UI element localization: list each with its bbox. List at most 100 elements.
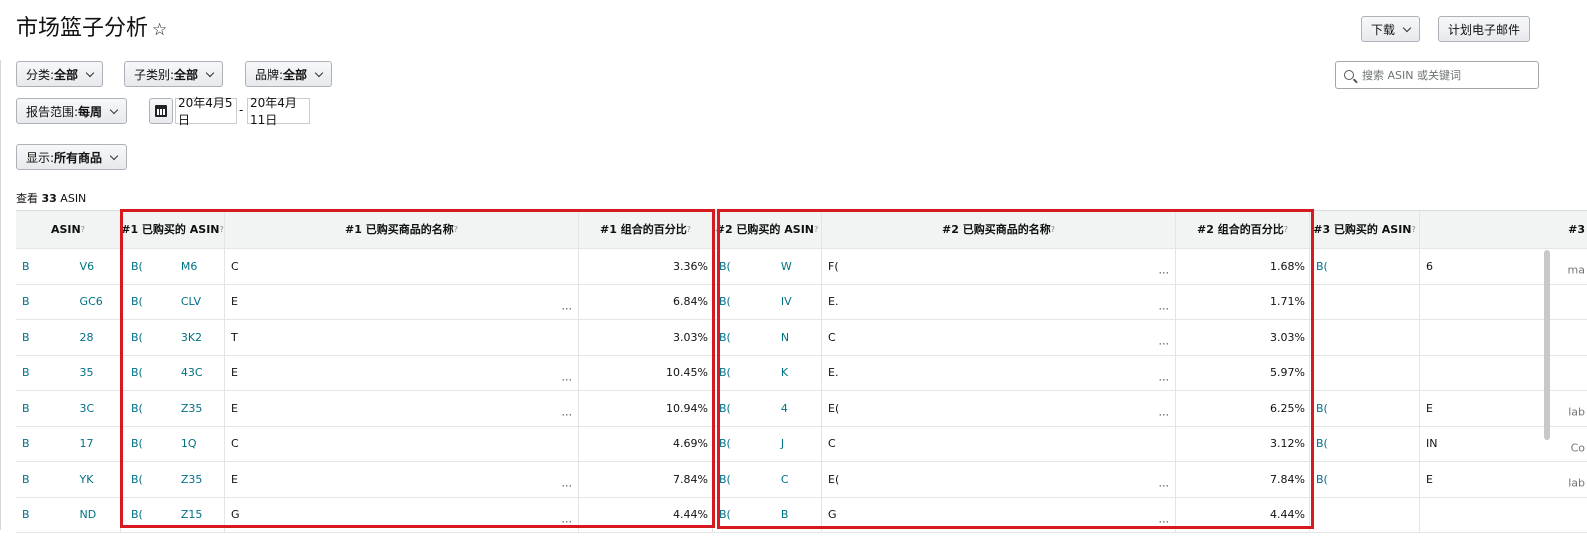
purchased-3-asin-link[interactable] bbox=[1310, 284, 1420, 320]
purchased-1-asin-link[interactable]: B(M6 bbox=[121, 249, 225, 285]
purchased-3-name bbox=[1420, 320, 1587, 356]
purchased-2-pct: 1.71% bbox=[1176, 284, 1310, 320]
purchased-3-asin-link[interactable]: B( bbox=[1310, 391, 1420, 427]
asin-link[interactable]: B GC6 bbox=[16, 284, 121, 320]
calendar-button[interactable] bbox=[149, 98, 173, 124]
purchased-1-asin-link[interactable]: B(43C bbox=[121, 355, 225, 391]
chevron-down-icon bbox=[205, 68, 215, 77]
purchased-3-asin-link[interactable] bbox=[1310, 355, 1420, 391]
help-icon[interactable]: ? bbox=[687, 223, 691, 237]
purchased-2-asin-link[interactable]: B(J bbox=[713, 426, 822, 462]
header-1-pct[interactable]: #1 组合的百分比? bbox=[579, 211, 713, 249]
chevron-down-icon bbox=[109, 105, 119, 114]
search-input[interactable] bbox=[1360, 67, 1530, 83]
purchased-2-name: F(... bbox=[822, 249, 1176, 285]
asin-link[interactable]: B V6 bbox=[16, 249, 121, 285]
asin-link[interactable]: B 17 bbox=[16, 426, 121, 462]
search-icon bbox=[1344, 70, 1354, 80]
header-2-asin[interactable]: #2 已购买的 ASIN? bbox=[713, 211, 822, 249]
asin-link[interactable]: B 3C bbox=[16, 391, 121, 427]
purchased-1-name: C bbox=[225, 249, 579, 285]
purchased-3-name bbox=[1420, 356, 1587, 391]
star-icon[interactable]: ☆ bbox=[152, 20, 167, 40]
help-icon[interactable]: ? bbox=[1051, 223, 1055, 237]
chevron-down-icon bbox=[85, 68, 95, 77]
report-range-filter[interactable]: 报告范围: 每周 bbox=[16, 98, 128, 124]
purchased-2-name: E(... bbox=[822, 391, 1176, 427]
purchased-2-asin-link[interactable]: B(4 bbox=[713, 391, 822, 427]
purchased-3-asin-link[interactable]: B( bbox=[1310, 426, 1420, 462]
purchased-2-pct: 6.25% bbox=[1176, 391, 1310, 427]
search-box[interactable] bbox=[1335, 61, 1539, 89]
purchased-1-asin-link[interactable]: B(Z35 bbox=[121, 391, 225, 427]
purchased-1-asin-link[interactable]: B(1Q bbox=[121, 426, 225, 462]
purchased-3-name: Elab bbox=[1420, 391, 1587, 427]
asin-link[interactable]: B 28 bbox=[16, 320, 121, 356]
purchased-2-asin-link[interactable]: B(W bbox=[713, 249, 822, 285]
header-2-name[interactable]: #2 已购买商品的名称? bbox=[822, 211, 1176, 249]
purchased-3-name bbox=[1420, 285, 1587, 320]
asin-link[interactable]: B 35 bbox=[16, 355, 121, 391]
purchased-2-name: E.... bbox=[822, 355, 1176, 391]
chevron-down-icon bbox=[109, 151, 119, 160]
header-3[interactable]: #3 bbox=[1420, 211, 1587, 249]
purchased-3-asin-link[interactable]: B( bbox=[1310, 462, 1420, 498]
header-2-pct[interactable]: #2 组合的百分比? bbox=[1176, 211, 1310, 249]
purchased-1-pct: 3.03% bbox=[579, 320, 713, 356]
header-3-asin[interactable]: #3 已购买的 ASIN? bbox=[1310, 211, 1420, 249]
purchased-2-asin-link[interactable]: B(C bbox=[713, 462, 822, 498]
subcategory-filter[interactable]: 子类别: 全部 bbox=[124, 61, 224, 87]
purchased-3-asin-link[interactable] bbox=[1310, 497, 1420, 533]
help-icon[interactable]: ? bbox=[1412, 223, 1416, 237]
date-start-field[interactable]: 20年4月5日 bbox=[175, 96, 237, 127]
purchased-2-pct: 4.44% bbox=[1176, 497, 1310, 533]
purchased-3-name: IN Co bbox=[1420, 427, 1587, 462]
purchased-2-pct: 3.03% bbox=[1176, 320, 1310, 356]
purchased-1-name: E... bbox=[225, 355, 579, 391]
purchased-2-asin-link[interactable]: B(N bbox=[713, 320, 822, 356]
purchased-1-name: T bbox=[225, 320, 579, 356]
display-filter[interactable]: 显示: 所有商品 bbox=[16, 144, 128, 170]
purchased-2-asin-link[interactable]: B(IV bbox=[713, 284, 822, 320]
header-1-name[interactable]: #1 已购买商品的名称? bbox=[225, 211, 579, 249]
chevron-down-icon bbox=[1402, 23, 1412, 32]
purchased-1-pct: 4.44% bbox=[579, 497, 713, 533]
purchased-3-asin-link[interactable] bbox=[1310, 320, 1420, 356]
purchased-1-asin-link[interactable]: B(3K2 bbox=[121, 320, 225, 356]
results-count: 查看 33 ASIN bbox=[16, 192, 87, 205]
purchased-1-asin-link[interactable]: B(CLV bbox=[121, 284, 225, 320]
purchased-1-name: E... bbox=[225, 391, 579, 427]
purchased-3-name bbox=[1420, 498, 1587, 533]
purchased-2-asin-link[interactable]: B(B bbox=[713, 497, 822, 533]
purchased-1-asin-link[interactable]: B(Z35 bbox=[121, 462, 225, 498]
help-icon[interactable]: ? bbox=[1284, 223, 1288, 237]
header-asin[interactable]: ASIN? bbox=[16, 211, 121, 249]
vertical-scrollbar[interactable] bbox=[1544, 250, 1550, 440]
asin-link[interactable]: B YK bbox=[16, 462, 121, 498]
help-icon[interactable]: ? bbox=[220, 223, 224, 237]
purchased-1-name: E... bbox=[225, 284, 579, 320]
help-icon[interactable]: ? bbox=[81, 223, 85, 237]
date-end-field[interactable]: 20年4月11日 bbox=[247, 96, 310, 127]
category-filter[interactable]: 分类: 全部 bbox=[16, 61, 104, 87]
date-separator: - bbox=[239, 103, 244, 117]
purchased-1-asin-link[interactable]: B(Z15 bbox=[121, 497, 225, 533]
purchased-3-name: Elab bbox=[1420, 462, 1587, 498]
purchased-2-asin-link[interactable]: B(K bbox=[713, 355, 822, 391]
help-icon[interactable]: ? bbox=[814, 223, 818, 237]
schedule-email-button[interactable]: 计划电子邮件 bbox=[1438, 16, 1531, 42]
purchased-1-pct: 7.84% bbox=[579, 462, 713, 498]
purchased-1-pct: 10.94% bbox=[579, 391, 713, 427]
purchased-3-asin-link[interactable]: B( bbox=[1310, 249, 1420, 285]
help-icon[interactable]: ? bbox=[454, 223, 458, 237]
download-button[interactable]: 下载 bbox=[1361, 16, 1421, 42]
purchased-2-name: E.... bbox=[822, 284, 1176, 320]
purchased-2-pct: 7.84% bbox=[1176, 462, 1310, 498]
chevron-down-icon bbox=[314, 68, 324, 77]
purchased-2-pct: 5.97% bbox=[1176, 355, 1310, 391]
header-1-asin[interactable]: #1 已购买的 ASIN? bbox=[121, 211, 225, 249]
asin-link[interactable]: B ND bbox=[16, 497, 121, 533]
page-title: 市场篮子分析 ☆ bbox=[16, 16, 168, 41]
brand-filter[interactable]: 品牌: 全部 bbox=[245, 61, 333, 87]
purchased-2-pct: 3.12% bbox=[1176, 426, 1310, 462]
